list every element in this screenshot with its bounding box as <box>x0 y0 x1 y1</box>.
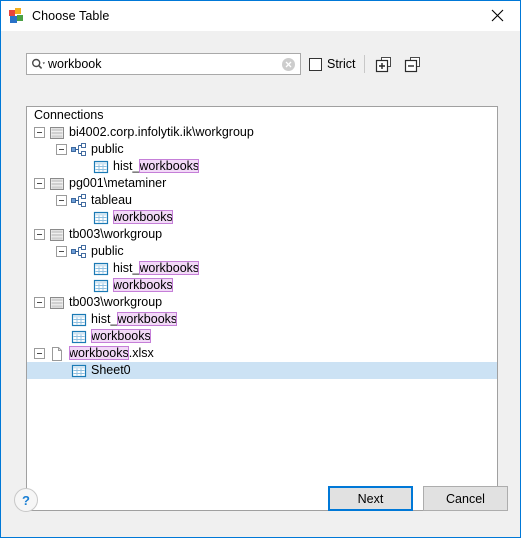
tree-node[interactable]: tableau <box>27 192 497 209</box>
tree-node[interactable]: workbooks.xlsx <box>27 345 497 362</box>
connections-tree[interactable]: Connections bi4002.corp.infolytik.ik\wor… <box>26 106 498 511</box>
help-button[interactable]: ? <box>14 488 38 512</box>
choose-table-dialog: Choose Table workbook Strict Connections… <box>0 0 521 538</box>
twisty-placeholder <box>56 314 67 325</box>
collapse-toggle-icon[interactable] <box>34 178 45 189</box>
window-title: Choose Table <box>32 9 110 23</box>
twisty-placeholder <box>78 212 89 223</box>
collapse-toggle-icon[interactable] <box>56 195 67 206</box>
tree-node[interactable]: hist_workbooks <box>27 311 497 328</box>
tree-node-label: hist_workbooks <box>113 261 200 275</box>
tree-node[interactable]: Sheet0 <box>27 362 497 379</box>
table-icon <box>93 210 109 226</box>
title-bar: Choose Table <box>1 1 520 31</box>
strict-label: Strict <box>327 57 356 71</box>
tree-node-label: tb003\workgroup <box>69 295 163 309</box>
search-text[interactable]: workbook <box>48 54 282 74</box>
server-icon <box>49 227 65 243</box>
twisty-placeholder <box>78 280 89 291</box>
close-icon[interactable] <box>475 1 520 30</box>
search-toolbar: workbook Strict <box>26 53 498 75</box>
tree-node[interactable]: hist_workbooks <box>27 158 497 175</box>
tree-node[interactable]: public <box>27 243 497 260</box>
cancel-button[interactable]: Cancel <box>423 486 508 511</box>
dialog-footer: ? Next Cancel <box>1 482 520 537</box>
app-logo-icon <box>9 8 25 24</box>
file-icon <box>49 346 65 362</box>
tree-node-label: pg001\metaminer <box>69 176 167 190</box>
tree-node[interactable]: workbooks <box>27 209 497 226</box>
toolbar-divider <box>364 55 366 73</box>
tree-node[interactable]: workbooks <box>27 277 497 294</box>
twisty-placeholder <box>56 331 67 342</box>
schema-icon <box>71 244 87 260</box>
tree-node[interactable]: workbooks <box>27 328 497 345</box>
tree-node-label: workbooks <box>91 329 151 343</box>
tree-root-label: Connections <box>27 107 497 124</box>
twisty-placeholder <box>78 161 89 172</box>
dialog-body: workbook Strict Connections bi4002.corp.… <box>1 31 520 537</box>
collapse-toggle-icon[interactable] <box>56 144 67 155</box>
tree-node-label: workbooks.xlsx <box>69 346 154 360</box>
tree-node-label: bi4002.corp.infolytik.ik\workgroup <box>69 125 254 139</box>
table-icon <box>93 278 109 294</box>
collapse-all-icon[interactable] <box>403 55 421 73</box>
next-button[interactable]: Next <box>328 486 413 511</box>
tree-node-label: tb003\workgroup <box>69 227 163 241</box>
search-input[interactable]: workbook <box>26 53 301 75</box>
server-icon <box>49 295 65 311</box>
table-icon <box>71 312 87 328</box>
collapse-toggle-icon[interactable] <box>34 229 45 240</box>
clear-search-icon[interactable] <box>282 57 295 71</box>
table-icon <box>93 261 109 277</box>
tree-node-label: hist_workbooks <box>113 159 200 173</box>
table-icon <box>71 363 87 379</box>
tree-node-label: public <box>91 142 124 156</box>
twisty-placeholder <box>78 263 89 274</box>
server-icon <box>49 176 65 192</box>
schema-icon <box>71 193 87 209</box>
table-icon <box>93 159 109 175</box>
tree-node-label: workbooks <box>113 210 173 224</box>
tree-node[interactable]: public <box>27 141 497 158</box>
tree-node-label: hist_workbooks <box>91 312 178 326</box>
server-icon <box>49 125 65 141</box>
collapse-toggle-icon[interactable] <box>56 246 67 257</box>
tree-node-label: workbooks <box>113 278 173 292</box>
tree-node[interactable]: bi4002.corp.infolytik.ik\workgroup <box>27 124 497 141</box>
expand-all-icon[interactable] <box>374 55 392 73</box>
search-icon[interactable] <box>27 54 49 74</box>
table-icon <box>71 329 87 345</box>
tree-node[interactable]: tb003\workgroup <box>27 294 497 311</box>
collapse-toggle-icon[interactable] <box>34 297 45 308</box>
tree-node[interactable]: pg001\metaminer <box>27 175 497 192</box>
strict-checkbox-box[interactable] <box>309 57 322 71</box>
tree-node[interactable]: tb003\workgroup <box>27 226 497 243</box>
tree-node-label: public <box>91 244 124 258</box>
collapse-toggle-icon[interactable] <box>34 348 45 359</box>
schema-icon <box>71 142 87 158</box>
tree-node-label: Sheet0 <box>91 363 131 377</box>
tree-node-label: tableau <box>91 193 133 207</box>
strict-checkbox[interactable]: Strict <box>309 57 355 71</box>
collapse-toggle-icon[interactable] <box>34 127 45 138</box>
tree-node[interactable]: hist_workbooks <box>27 260 497 277</box>
tree-rows: bi4002.corp.infolytik.ik\workgroup public… <box>27 124 497 379</box>
twisty-placeholder <box>56 365 67 376</box>
